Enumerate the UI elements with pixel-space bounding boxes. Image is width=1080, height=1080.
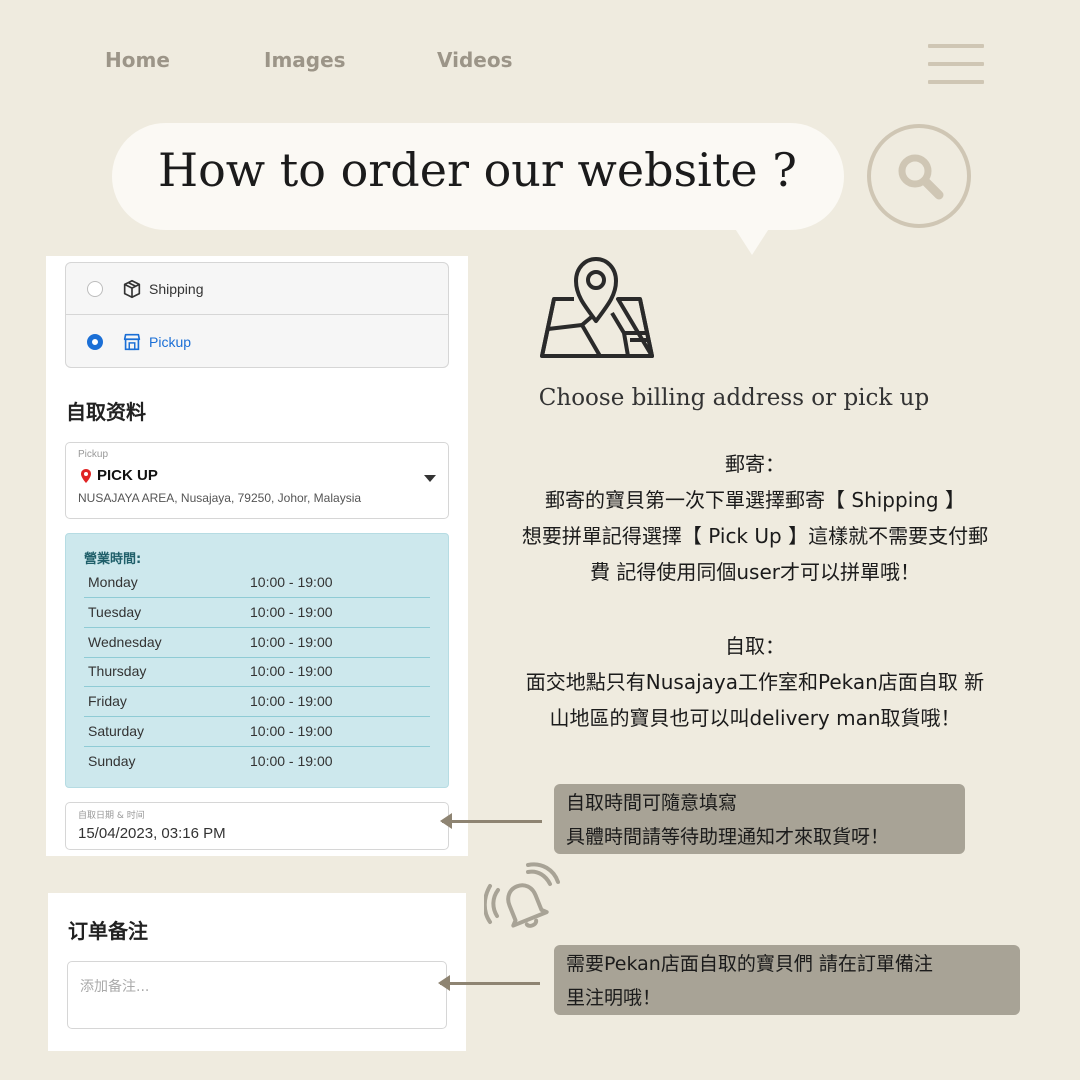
page-title: How to order our website ? [158,143,797,197]
hours-time: 10:00 - 19:00 [250,753,333,769]
hours-time: 10:00 - 19:00 [250,604,333,620]
order-notes-input[interactable]: 添加备注... [67,961,447,1029]
datetime-note-line: 具體時間請等待助理通知才來取貨呀！ [566,826,890,848]
hours-day: Tuesday [88,604,142,620]
pickup-heading: 自取： [725,634,785,658]
search-button[interactable] [867,124,971,228]
shipping-line: 想要拼單記得選擇【 Pick Up 】這樣就不需要支付郵 [521,524,989,548]
hours-time: 10:00 - 19:00 [250,723,333,739]
hours-day: Friday [88,693,127,709]
hours-row: Saturday 10:00 - 19:00 [84,717,430,747]
hours-day: Monday [88,574,138,590]
hours-row: Friday 10:00 - 19:00 [84,687,430,717]
pickup-location-name: PICK UP [97,467,158,484]
bell-icon [484,862,560,928]
hours-row: Monday 10:00 - 19:00 [84,568,430,598]
nav-images-link[interactable]: Images [264,48,346,72]
hours-time: 10:00 - 19:00 [250,634,333,650]
arrow-to-notes [438,975,540,991]
checkout-panel: Shipping Pickup 自取资料 Pickup PICK UP NUSA… [46,256,468,856]
hours-day: Wednesday [88,634,162,650]
package-icon [123,279,141,298]
hours-time: 10:00 - 19:00 [250,693,333,709]
pickup-label: Pickup [149,334,192,350]
billing-caption: Choose billing address or pick up [538,385,930,411]
hours-day: Sunday [88,753,136,769]
search-icon [898,154,944,200]
pickup-line: 面交地點只有Nusajaya工作室和Pekan店面自取 新 [525,670,985,694]
arrow-to-datetime [440,813,542,829]
business-hours: 營業時間: Monday 10:00 - 19:00 Tuesday 10:00 -… [65,533,449,788]
order-notes-title: 订单备注 [68,919,148,943]
nav-videos-link[interactable]: Videos [437,48,513,72]
datetime-note: 自取時間可隨意填寫 具體時間請等待助理通知才來取貨呀！ [554,784,965,854]
shipping-radio[interactable] [87,280,103,297]
pickup-info: 自取： 面交地點只有Nusajaya工作室和Pekan店面自取 新 山地區的寶貝… [470,628,1040,736]
pickup-datetime-field[interactable]: 自取日期 & 时间 15/04/2023, 03:16 PM [65,802,449,850]
shipping-label: Shipping [149,280,204,297]
hours-day: Saturday [88,723,145,739]
shipping-option[interactable]: Shipping [66,263,448,315]
pickup-select-label: Pickup [78,449,109,460]
order-notes-placeholder: 添加备注... [80,979,150,995]
shipping-heading: 郵寄： [725,452,785,476]
hours-row: Thursday 10:00 - 19:00 [84,657,430,687]
title-bubble: How to order our website ? [112,123,844,255]
pickup-section-title: 自取资料 [66,400,146,424]
datetime-label: 自取日期 & 时间 [78,811,145,821]
shipping-line: 費 記得使用同個user才可以拼單哦！ [590,560,920,584]
hours-day: Thursday [88,663,147,679]
map-pin-icon [540,257,654,358]
hours-time: 10:00 - 19:00 [250,663,333,679]
menu-icon[interactable] [928,44,984,84]
datetime-note-line: 自取時間可隨意填寫 [566,792,738,814]
shipping-line: 郵寄的寶貝第一次下單選擇郵寄【 Shipping 】 [545,488,965,512]
store-icon [123,333,141,351]
hours-row: Wednesday 10:00 - 19:00 [84,628,430,658]
hours-time: 10:00 - 19:00 [250,574,333,590]
pickup-line: 山地區的寶貝也可以叫delivery man取貨哦！ [549,706,961,730]
pekan-note-line: 需要Pekan店面自取的寶貝們 請在訂單備注 [566,953,933,975]
pekan-note-line: 里注明哦！ [566,987,662,1009]
nav-home-link[interactable]: Home [105,48,170,72]
bubble-tail [734,227,770,255]
pickup-radio[interactable] [87,334,103,350]
chevron-down-icon [424,475,436,482]
pickup-option[interactable]: Pickup [66,316,448,367]
pickup-location-address: NUSAJAYA AREA, Nusajaya, 79250, Johor, M… [78,491,362,505]
hours-title: 營業時間: [84,552,142,567]
pekan-note: 需要Pekan店面自取的寶貝們 請在訂單備注 里注明哦！ [554,945,1020,1015]
pickup-location-select[interactable]: Pickup PICK UP NUSAJAYA AREA, Nusajaya, … [65,442,449,519]
order-notes-panel: 订单备注 添加备注... [48,893,466,1051]
shipping-info: 郵寄： 郵寄的寶貝第一次下單選擇郵寄【 Shipping 】 想要拼單記得選擇【… [470,446,1040,590]
datetime-value: 15/04/2023, 03:16 PM [78,825,226,842]
delivery-options: Shipping Pickup [65,262,449,368]
hours-row: Sunday 10:00 - 19:00 [84,747,430,777]
hours-row: Tuesday 10:00 - 19:00 [84,598,430,628]
location-pin-icon [81,469,91,483]
